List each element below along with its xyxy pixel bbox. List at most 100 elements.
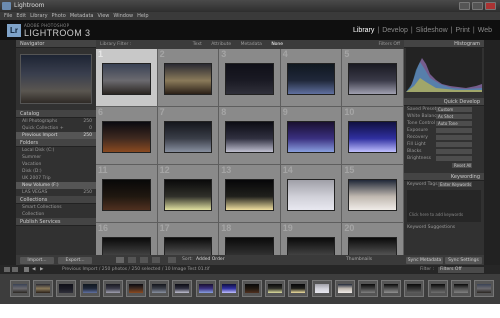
back-arrow-icon[interactable]: ◀ (32, 265, 35, 274)
grid-cell[interactable]: 5 (342, 49, 404, 107)
photo-thumbnail[interactable] (163, 63, 213, 95)
photo-thumbnail[interactable] (225, 237, 274, 255)
histogram-header[interactable]: Histogram (404, 40, 484, 48)
menu-file[interactable]: File (4, 12, 12, 20)
row-control[interactable]: Auto Tone (436, 121, 472, 126)
row-control[interactable] (436, 142, 472, 147)
grid-cell[interactable]: 19 (280, 223, 343, 255)
photo-thumbnail[interactable] (163, 237, 213, 255)
filmstrip-thumbnail[interactable] (33, 280, 54, 297)
module-library[interactable]: Library (353, 27, 374, 34)
painter-icon[interactable] (168, 257, 176, 263)
photo-thumbnail[interactable] (348, 179, 397, 211)
monitor-1-icon[interactable] (4, 267, 10, 272)
filmstrip-thumbnail[interactable] (450, 280, 471, 297)
photo-thumbnail[interactable] (225, 63, 274, 95)
module-print[interactable]: Print (455, 27, 469, 34)
row-control[interactable] (436, 156, 472, 161)
grid-cell[interactable]: 12 (157, 165, 220, 223)
sync-metadata-button[interactable]: Sync Metadata (406, 257, 443, 264)
filter-text-tab[interactable]: Text (193, 42, 202, 47)
grid-cell[interactable]: 7 (157, 107, 220, 165)
left-list-item[interactable]: Summer (16, 154, 96, 161)
filmstrip-thumbnail[interactable] (195, 280, 216, 297)
photo-thumbnail[interactable] (102, 121, 151, 153)
left-list-item[interactable]: All Photographs 250 (16, 118, 96, 125)
grid-cell[interactable]: 9 (280, 107, 343, 165)
filmstrip-thumbnail[interactable] (311, 280, 332, 297)
photo-thumbnail[interactable] (102, 237, 151, 255)
grid-cell[interactable]: 17 (157, 223, 220, 255)
filmstrip-thumbnail[interactable] (334, 280, 355, 297)
grid-cell[interactable]: 8 (219, 107, 281, 165)
folders-header[interactable]: Folders (16, 139, 96, 147)
navigator-preview[interactable] (20, 54, 92, 104)
grid-cell[interactable]: 6 (96, 107, 158, 165)
left-list-item[interactable]: Smart Collections (16, 204, 96, 211)
photo-thumbnail[interactable] (286, 121, 336, 153)
left-list-item[interactable]: Disk (D:) (16, 168, 96, 175)
photo-thumbnail[interactable] (348, 121, 397, 153)
keywording-header[interactable]: Keywording (404, 173, 484, 181)
photo-thumbnail[interactable] (348, 63, 397, 95)
grid-cell[interactable]: 3 (219, 49, 281, 107)
reset-all-button[interactable]: Reset All (452, 163, 472, 168)
filmstrip-thumbnail[interactable] (56, 280, 77, 297)
filter-dropdown[interactable]: Filters Off (438, 266, 484, 273)
loupe-view-icon[interactable] (128, 257, 136, 263)
filmstrip-thumbnail[interactable] (10, 280, 30, 297)
filmstrip-thumbnail[interactable] (265, 280, 286, 297)
publish-header[interactable]: Publish Services (16, 218, 96, 226)
filmstrip-thumbnail[interactable] (381, 280, 402, 297)
menu-metadata[interactable]: Metadata (70, 12, 94, 20)
left-list-item[interactable]: New Volume (F:) (16, 182, 96, 189)
sort-dropdown[interactable]: Added Order (196, 255, 225, 265)
photo-thumbnail[interactable] (286, 179, 336, 211)
row-control[interactable]: Custom (436, 107, 472, 112)
filmstrip-thumbnail[interactable] (288, 280, 309, 297)
photo-thumbnail[interactable] (163, 121, 213, 153)
row-control[interactable]: As Shot (436, 114, 472, 119)
catalog-header[interactable]: Catalog (16, 110, 96, 118)
keyword-mode-dropdown[interactable]: Enter Keywords (438, 182, 472, 187)
keyword-entry-field[interactable]: Click here to add keywords (407, 190, 481, 222)
filmstrip-source[interactable]: Previous Import / 250 photos / 250 selec… (62, 265, 210, 274)
collections-header[interactable]: Collections (16, 196, 96, 204)
quick-develop-header[interactable]: Quick Develop (404, 98, 484, 106)
filmstrip-thumbnail[interactable] (218, 280, 239, 297)
module-develop[interactable]: Develop (382, 27, 408, 34)
filmstrip-thumbnail[interactable] (149, 280, 170, 297)
left-list-item[interactable]: Previous Import 250 (16, 132, 96, 139)
left-list-item[interactable]: Vacation (16, 161, 96, 168)
forward-arrow-icon[interactable]: ▶ (40, 265, 43, 274)
menu-library[interactable]: Library (30, 12, 47, 20)
module-web[interactable]: Web (478, 27, 492, 34)
grid-cell[interactable]: 1 (96, 49, 158, 107)
filmstrip-thumbnail[interactable] (474, 280, 494, 297)
left-list-item[interactable]: LAS VEGAS 250 (16, 189, 96, 196)
sync-settings-button[interactable]: Sync Settings (445, 257, 482, 264)
grid-cell[interactable]: 13 (219, 165, 281, 223)
photo-thumbnail[interactable] (102, 63, 151, 95)
grid-cell[interactable]: 10 (342, 107, 404, 165)
module-slideshow[interactable]: Slideshow (416, 27, 448, 34)
photo-thumbnail[interactable] (348, 237, 397, 255)
menu-window[interactable]: Window (113, 12, 133, 20)
menu-view[interactable]: View (98, 12, 110, 20)
grid-cell[interactable]: 2 (157, 49, 220, 107)
grid-cell[interactable]: 15 (342, 165, 404, 223)
photo-thumbnail[interactable] (225, 179, 274, 211)
close-button[interactable] (485, 2, 496, 10)
left-list-item[interactable]: Quick Collection + 0 (16, 125, 96, 132)
row-control[interactable] (436, 135, 472, 140)
filter-none-tab[interactable]: None (271, 42, 283, 47)
menu-photo[interactable]: Photo (52, 12, 66, 20)
monitor-2-icon[interactable] (12, 267, 18, 272)
export-button[interactable]: Export... (58, 257, 92, 264)
row-control[interactable] (436, 149, 472, 154)
filmstrip-thumbnail[interactable] (79, 280, 100, 297)
photo-thumbnail[interactable] (163, 179, 213, 211)
grid-view-icon[interactable] (116, 257, 124, 263)
grid-cell[interactable]: 16 (96, 223, 158, 255)
filmstrip-thumbnail[interactable] (427, 280, 448, 297)
